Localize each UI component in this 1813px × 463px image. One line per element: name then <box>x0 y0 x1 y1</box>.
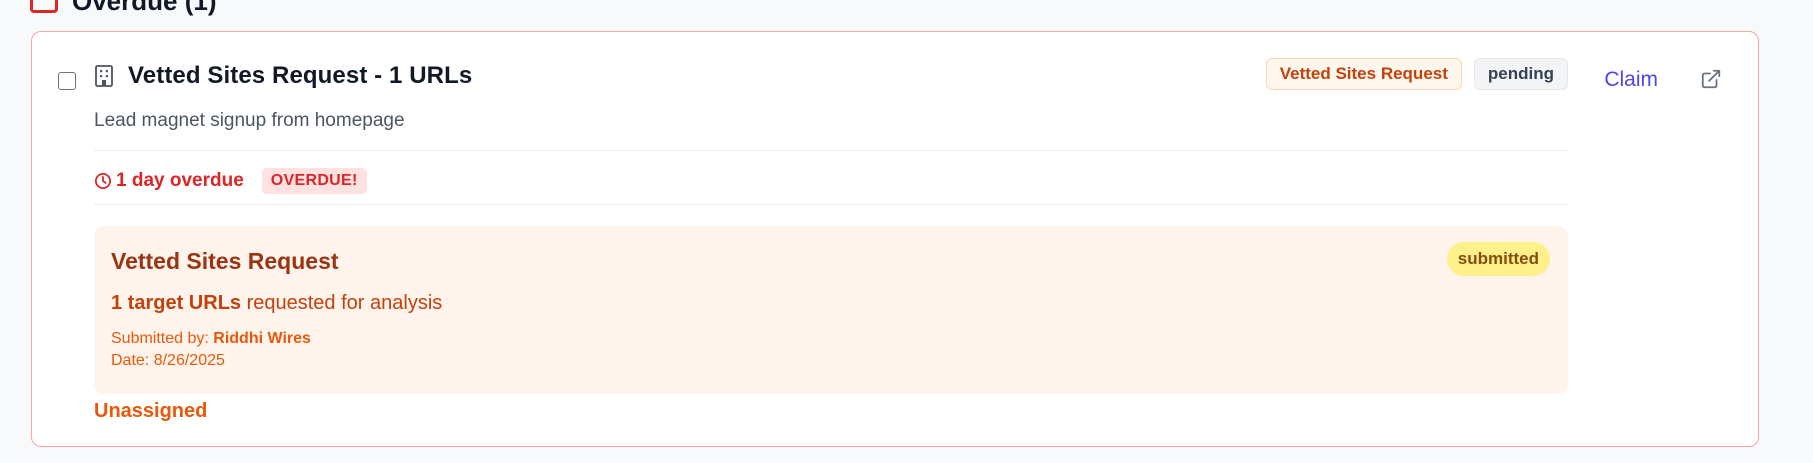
alert-icon <box>30 0 58 13</box>
external-link-icon[interactable] <box>1700 68 1722 90</box>
request-status-badge: submitted <box>1446 242 1550 276</box>
task-description: Lead magnet signup from homepage <box>94 110 405 131</box>
target-summary: 1 target URLs requested for analysis <box>111 292 442 315</box>
submitted-date: Date: 8/26/2025 <box>111 352 225 370</box>
building-icon <box>95 65 113 87</box>
clock-icon <box>94 172 112 190</box>
submitted-by: Submitted by: Riddhi Wires <box>111 330 311 348</box>
date-label: Date: <box>111 352 150 369</box>
type-badge: Vetted Sites Request <box>1265 58 1462 90</box>
target-suffix: requested for analysis <box>246 292 443 314</box>
submitted-by-label: Submitted by: <box>111 330 209 347</box>
target-count: 1 target URLs <box>111 292 242 314</box>
due-row: 1 day overdue OVERDUE! <box>94 168 367 194</box>
assignee-status: Unassigned <box>94 400 208 422</box>
divider <box>94 150 1568 151</box>
claim-button[interactable]: Claim <box>1604 68 1658 92</box>
request-title: Vetted Sites Request <box>111 248 339 274</box>
task-badges: Vetted Sites Request pending <box>1265 58 1568 90</box>
date-value: 8/26/2025 <box>153 352 225 369</box>
task-card[interactable]: Vetted Sites Request - 1 URLs Vetted Sit… <box>31 31 1759 447</box>
task-title[interactable]: Vetted Sites Request - 1 URLs <box>128 62 472 90</box>
submitter-name: Riddhi Wires <box>213 330 311 347</box>
overdue-text: 1 day overdue <box>116 170 244 191</box>
section-header: Overdue (1) <box>30 0 217 17</box>
task-title-row: Vetted Sites Request - 1 URLs <box>94 62 472 90</box>
request-details: Vetted Sites Request submitted 1 target … <box>94 226 1568 394</box>
status-badge: pending <box>1473 58 1568 90</box>
section-title: Overdue (1) <box>72 0 217 16</box>
divider <box>94 204 1568 205</box>
select-checkbox[interactable] <box>58 72 76 90</box>
overdue-flag: OVERDUE! <box>261 168 367 194</box>
overdue-indicator: 1 day overdue <box>94 170 244 192</box>
